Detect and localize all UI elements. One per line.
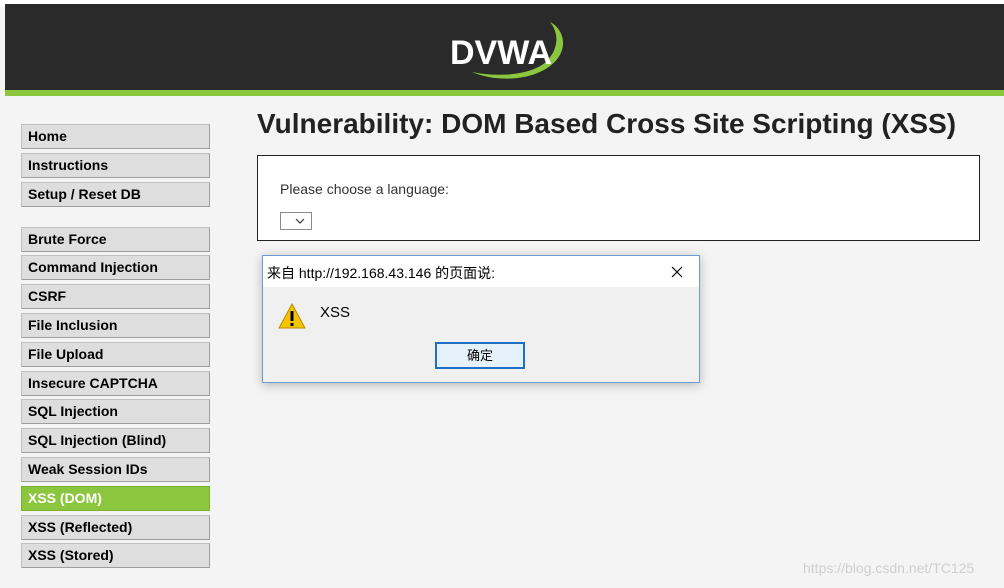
header: DVWA (5, 4, 1004, 90)
menu-item-insecure-captcha[interactable]: Insecure CAPTCHA (21, 370, 210, 396)
language-prompt-label: Please choose a language: (280, 181, 449, 197)
menu-item-xss-reflected[interactable]: XSS (Reflected) (21, 514, 210, 540)
dvwa-logo: DVWA (450, 22, 564, 79)
chevron-down-icon (295, 218, 305, 224)
menu-item-file-upload[interactable]: File Upload (21, 341, 210, 367)
watermark: https://blog.csdn.net/TC125 (803, 560, 975, 576)
alert-dialog: 来自 http://192.168.43.146 的页面说: XSS 确定 (262, 255, 700, 383)
ok-button[interactable]: 确定 (435, 342, 525, 369)
dialog-title: 来自 http://192.168.43.146 的页面说: (267, 265, 496, 281)
warning-icon (278, 302, 306, 329)
language-select[interactable] (280, 212, 312, 230)
page-title: Vulnerability: DOM Based Cross Site Scri… (257, 108, 957, 139)
menu-group-vulnerabilities: Brute Force Command Injection CSRF File … (21, 226, 210, 569)
dialog-titlebar: 来自 http://192.168.43.146 的页面说: (263, 256, 699, 287)
menu-item-instructions[interactable]: Instructions (21, 152, 210, 178)
menu-group-general: Home Instructions Setup / Reset DB (21, 124, 210, 207)
menu-item-command-injection[interactable]: Command Injection (21, 255, 210, 281)
menu-item-brute-force[interactable]: Brute Force (21, 226, 210, 252)
menu-item-xss-stored[interactable]: XSS (Stored) (21, 543, 210, 569)
menu-item-setup[interactable]: Setup / Reset DB (21, 181, 210, 207)
dialog-message: XSS (320, 304, 351, 321)
menu-item-xss-dom[interactable]: XSS (DOM) (21, 485, 210, 511)
close-icon[interactable] (667, 262, 687, 282)
language-form-panel: Please choose a language: (257, 155, 980, 241)
menu-item-file-inclusion[interactable]: File Inclusion (21, 312, 210, 338)
svg-text:DVWA: DVWA (450, 34, 552, 72)
menu-item-weak-session-ids[interactable]: Weak Session IDs (21, 456, 210, 482)
sidebar-menu: Home Instructions Setup / Reset DB Brute… (21, 124, 210, 588)
menu-item-sql-injection-blind[interactable]: SQL Injection (Blind) (21, 428, 210, 454)
menu-item-sql-injection[interactable]: SQL Injection (21, 399, 210, 425)
menu-item-home[interactable]: Home (21, 124, 210, 149)
menu-item-csrf[interactable]: CSRF (21, 284, 210, 310)
